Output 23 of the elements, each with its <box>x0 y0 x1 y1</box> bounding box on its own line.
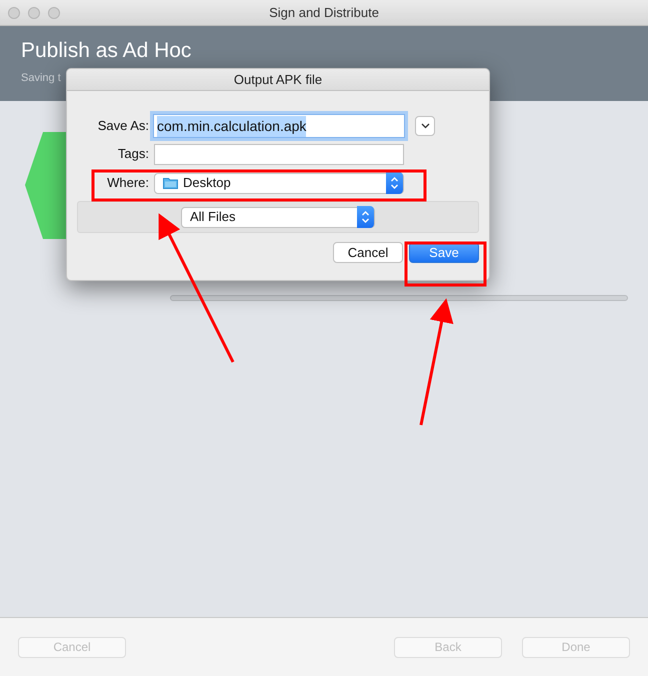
tags-field[interactable] <box>154 144 404 164</box>
header-title: Publish as Ad Hoc <box>21 38 192 64</box>
dropdown-value: Desktop <box>183 174 231 192</box>
save-as-field[interactable]: com.min.calculation.apk <box>153 114 405 138</box>
field-value: com.min.calculation.apk <box>157 116 306 136</box>
window-control-icon[interactable] <box>8 6 20 18</box>
field-label: Save As: <box>96 117 149 136</box>
location-dropdown[interactable]: Desktop <box>154 172 404 194</box>
chevron-down-icon <box>420 123 430 129</box>
folder-icon <box>163 177 178 189</box>
dialog-button[interactable]: Cancel <box>333 242 403 263</box>
stepper-icon <box>357 206 374 228</box>
window-control-icon[interactable] <box>28 6 40 18</box>
field-label: Where: <box>106 174 149 192</box>
window-control-icon[interactable] <box>48 6 60 18</box>
dialog-title: Output APK file <box>234 70 322 89</box>
stepper-icon <box>386 172 403 194</box>
window-title: Sign and Distribute <box>268 4 380 22</box>
expand-button[interactable] <box>415 116 435 136</box>
dropdown-value: All Files <box>190 208 236 226</box>
field-label: Tags: <box>116 145 149 164</box>
format-dropdown[interactable]: All Files <box>181 206 375 228</box>
header-subtitle: Saving t <box>21 71 61 86</box>
